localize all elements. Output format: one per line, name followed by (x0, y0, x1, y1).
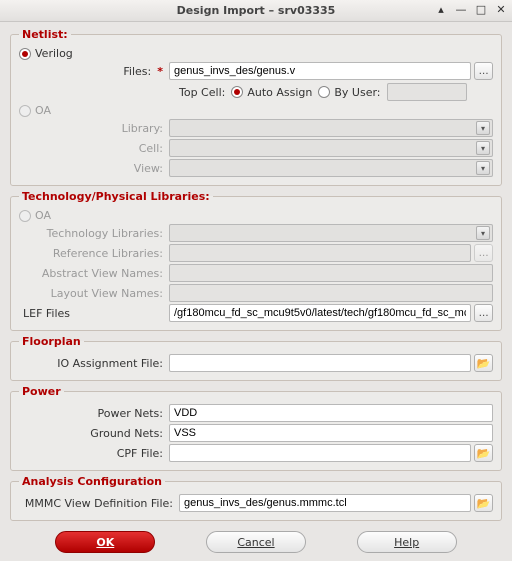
power-nets-input[interactable] (169, 404, 493, 422)
chevron-down-icon: ▾ (476, 161, 490, 175)
netlist-group: Netlist: Verilog Files:* … Top Cell: Aut… (10, 28, 502, 186)
techlib-group: Technology/Physical Libraries: OA Techno… (10, 190, 502, 331)
cpf-file-input[interactable] (169, 444, 471, 462)
lef-browse-button[interactable]: … (474, 304, 493, 322)
lef-label: LEF Files (23, 307, 70, 320)
ref-lib-label: Reference Libraries: (19, 247, 169, 260)
mmmc-file-input[interactable] (179, 494, 471, 512)
layout-label: Layout View Names: (19, 287, 169, 300)
dialog-body: Netlist: Verilog Files:* … Top Cell: Aut… (0, 22, 512, 561)
radio-oa-tech-label: OA (35, 209, 51, 222)
folder-icon: 📂 (477, 447, 491, 460)
by-user-input (387, 83, 467, 101)
floorplan-legend: Floorplan (19, 335, 84, 348)
radio-auto-assign[interactable]: Auto Assign (231, 86, 312, 99)
floorplan-group: Floorplan IO Assignment File: 📂 (10, 335, 502, 381)
cpf-browse-button[interactable]: 📂 (474, 444, 493, 462)
radio-oa-label: OA (35, 104, 51, 117)
close-icon[interactable]: ✕ (494, 2, 508, 16)
by-user-label: By User: (334, 86, 380, 99)
view-combo: ▾ (169, 159, 493, 177)
ref-lib-browse-button: … (474, 244, 493, 262)
radio-dot-icon (318, 86, 330, 98)
auto-assign-label: Auto Assign (247, 86, 312, 99)
netlist-legend: Netlist: (19, 28, 71, 41)
mmmc-label: MMMC View Definition File: (19, 497, 179, 510)
io-file-input[interactable] (169, 354, 471, 372)
titlebar: Design Import – srv03335 ▴ — □ ✕ (0, 0, 512, 22)
radio-dot-icon (19, 210, 31, 222)
pin-icon[interactable]: ▴ (434, 2, 448, 16)
files-input[interactable] (169, 62, 471, 80)
maximize-icon[interactable]: □ (474, 2, 488, 16)
view-label: View: (19, 162, 169, 175)
io-browse-button[interactable]: 📂 (474, 354, 493, 372)
cell-label: Cell: (19, 142, 169, 155)
analysis-legend: Analysis Configuration (19, 475, 165, 488)
files-label: Files:* (19, 65, 169, 78)
files-browse-button[interactable]: … (474, 62, 493, 80)
radio-verilog-label: Verilog (35, 47, 73, 60)
ground-nets-input[interactable] (169, 424, 493, 442)
power-group: Power Power Nets: Ground Nets: CPF File:… (10, 385, 502, 471)
ellipsis-icon: … (479, 66, 489, 77)
tech-lib-label: Technology Libraries: (19, 227, 169, 240)
radio-dot-icon (231, 86, 243, 98)
library-label: Library: (19, 122, 169, 135)
radio-dot-icon (19, 48, 31, 60)
tech-lib-combo: ▾ (169, 224, 493, 242)
chevron-down-icon: ▾ (476, 141, 490, 155)
abstract-input (169, 264, 493, 282)
radio-lef[interactable]: LEF Files (19, 307, 169, 320)
radio-oa-netlist[interactable]: OA (19, 104, 493, 117)
topcell-label: Top Cell: (179, 86, 225, 99)
layout-input (169, 284, 493, 302)
topcell-row: Top Cell: Auto Assign By User: (179, 83, 493, 101)
button-bar: OK Cancel Help (10, 525, 502, 557)
folder-icon: 📂 (477, 497, 491, 510)
abstract-label: Abstract View Names: (19, 267, 169, 280)
power-legend: Power (19, 385, 64, 398)
cancel-button[interactable]: Cancel (206, 531, 306, 553)
ellipsis-icon: … (479, 248, 489, 259)
window-buttons: ▴ — □ ✕ (434, 2, 508, 16)
cpf-label: CPF File: (19, 447, 169, 460)
ellipsis-icon: … (479, 308, 489, 319)
ref-lib-input (169, 244, 471, 262)
analysis-group: Analysis Configuration MMMC View Definit… (10, 475, 502, 521)
minimize-icon[interactable]: — (454, 2, 468, 16)
cell-combo: ▾ (169, 139, 493, 157)
ground-nets-label: Ground Nets: (19, 427, 169, 440)
chevron-down-icon: ▾ (476, 226, 490, 240)
io-label: IO Assignment File: (19, 357, 169, 370)
radio-by-user[interactable]: By User: (318, 86, 380, 99)
power-nets-label: Power Nets: (19, 407, 169, 420)
ok-button[interactable]: OK (55, 531, 155, 553)
chevron-down-icon: ▾ (476, 121, 490, 135)
radio-oa-tech[interactable]: OA (19, 209, 493, 222)
techlib-legend: Technology/Physical Libraries: (19, 190, 213, 203)
window-title: Design Import – srv03335 (177, 4, 336, 17)
lef-input[interactable] (169, 304, 471, 322)
mmmc-browse-button[interactable]: 📂 (474, 494, 493, 512)
folder-icon: 📂 (477, 357, 491, 370)
radio-verilog[interactable]: Verilog (19, 47, 493, 60)
help-button[interactable]: Help (357, 531, 457, 553)
library-combo: ▾ (169, 119, 493, 137)
radio-dot-icon (19, 105, 31, 117)
